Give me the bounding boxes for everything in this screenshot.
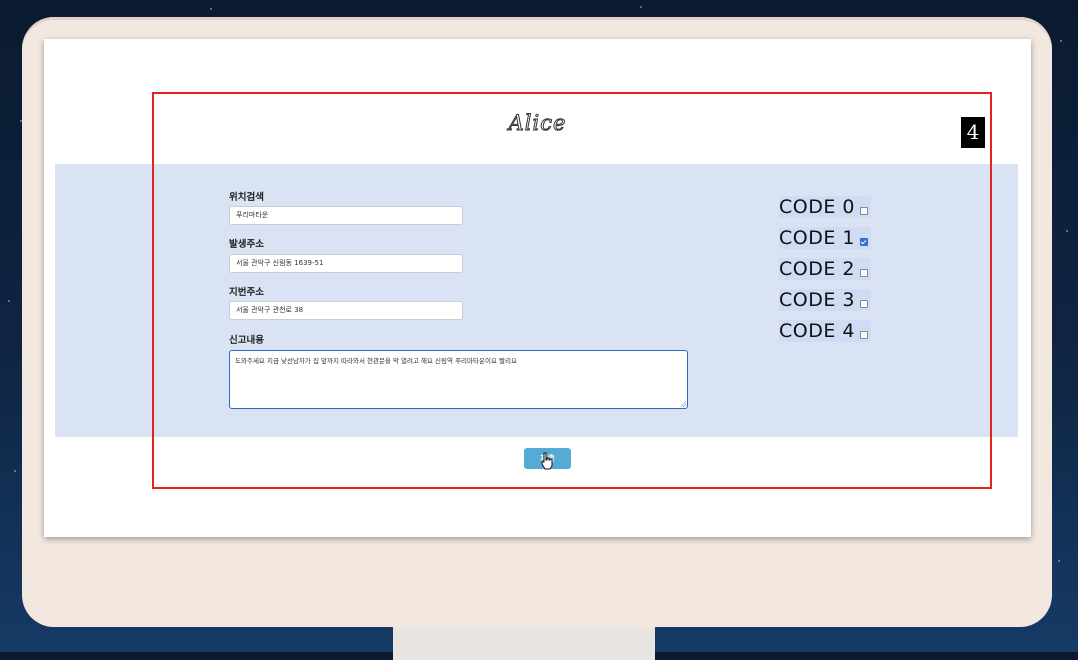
- monitor-frame: Alice 위치검색 푸리마타운 발생주소 서울 관악구 신림동 1639-51…: [22, 17, 1052, 627]
- screen: Alice 위치검색 푸리마타운 발생주소 서울 관악구 신림동 1639-51…: [44, 39, 1031, 537]
- step-badge: 4: [961, 117, 985, 148]
- highlight-box: [152, 92, 992, 489]
